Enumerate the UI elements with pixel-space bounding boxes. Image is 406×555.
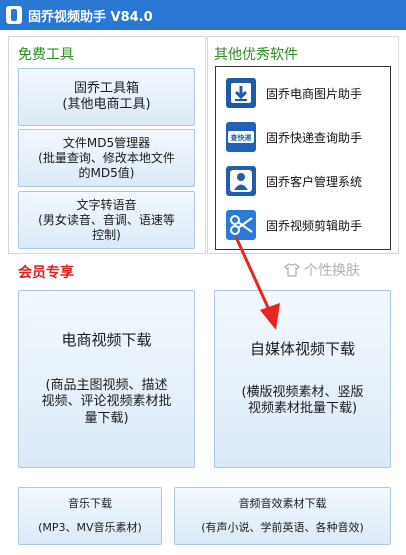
software-label: 固乔快递查询助手 bbox=[266, 130, 363, 145]
ecommerce-title: 电商视频下载 bbox=[61, 331, 152, 350]
scissors-icon bbox=[226, 210, 256, 240]
vip-title: 会员专享 bbox=[18, 265, 74, 281]
media-title: 自媒体视频下载 bbox=[249, 340, 355, 359]
ecommerce-desc-2: 视频、评论视频素材批 bbox=[41, 394, 172, 410]
toolbox-button-title: 固乔工具箱 bbox=[73, 80, 139, 96]
md5-manager-button[interactable]: 文件MD5管理器 (批量查询、修改本地文件 的MD5值) bbox=[18, 129, 195, 187]
ecommerce-desc-3: 量下载) bbox=[84, 410, 129, 426]
window-title: 固乔视频助手 V84.0 bbox=[28, 9, 153, 25]
download-icon bbox=[226, 78, 256, 108]
software-label: 固乔视频剪辑助手 bbox=[266, 218, 363, 233]
tts-button-desc-2: 控制) bbox=[92, 227, 121, 242]
software-item-customer-system[interactable]: 固乔客户管理系统 bbox=[226, 163, 362, 199]
md5-button-desc-2: 的MD5值) bbox=[78, 165, 135, 180]
text-to-speech-button[interactable]: 文字转语音 (男女读音、音调、语速等 控制) bbox=[18, 191, 195, 249]
toolbox-button[interactable]: 固乔工具箱 (其他电商工具) bbox=[18, 68, 195, 126]
express-search-icon: 查快递 bbox=[226, 122, 256, 152]
software-item-image-helper[interactable]: 固乔电商图片助手 bbox=[226, 75, 362, 111]
media-video-download-button[interactable]: 自媒体视频下载 (横版视频素材、竖版 视频素材批量下载) bbox=[214, 290, 391, 468]
app-icon bbox=[6, 6, 22, 24]
tts-button-title: 文字转语音 bbox=[76, 197, 137, 212]
title-bar: 固乔视频助手 V84.0 bbox=[0, 0, 406, 30]
audio-title: 音频音效素材下载 bbox=[238, 497, 327, 511]
software-label: 固乔客户管理系统 bbox=[266, 174, 363, 189]
ecommerce-desc-1: (商品主图视频、描述 bbox=[45, 378, 168, 393]
software-item-video-editor[interactable]: 固乔视频剪辑助手 bbox=[226, 207, 362, 243]
software-item-express-helper[interactable]: 查快递 固乔快递查询助手 bbox=[226, 119, 362, 155]
svg-text:查快递: 查快递 bbox=[231, 133, 253, 142]
audio-effects-download-button[interactable]: 音频音效素材下载 (有声小说、学前英语、各种音效) bbox=[174, 487, 391, 545]
md5-button-title: 文件MD5管理器 bbox=[62, 135, 151, 150]
tts-button-desc-1: (男女读音、音调、语速等 bbox=[38, 212, 175, 227]
music-desc: (MP3、MV音乐素材) bbox=[38, 521, 142, 534]
audio-desc: (有声小说、学前英语、各种音效) bbox=[201, 521, 364, 534]
software-list: 固乔电商图片助手 查快递 固乔快递查询助手 固乔客户管理系统 固乔视频剪辑助手 bbox=[215, 66, 391, 250]
md5-button-desc-1: (批量查询、修改本地文件 bbox=[38, 150, 175, 165]
shirt-icon bbox=[284, 263, 300, 277]
skin-label: 个性换肤 bbox=[304, 263, 360, 279]
software-label: 固乔电商图片助手 bbox=[266, 86, 363, 101]
free-tools-title: 免费工具 bbox=[18, 47, 74, 63]
skin-button[interactable]: 个性换肤 bbox=[284, 260, 360, 280]
music-title: 音乐下载 bbox=[68, 497, 112, 511]
music-download-button[interactable]: 音乐下载 (MP3、MV音乐素材) bbox=[18, 487, 162, 545]
other-software-title: 其他优秀软件 bbox=[214, 47, 298, 63]
media-desc-1: (横版视频素材、竖版 bbox=[241, 385, 364, 401]
ecommerce-video-download-button[interactable]: 电商视频下载 (商品主图视频、描述 视频、评论视频素材批 量下载) bbox=[18, 290, 195, 468]
customer-icon bbox=[226, 166, 256, 196]
toolbox-button-desc: (其他电商工具) bbox=[62, 97, 151, 112]
media-desc-2: 视频素材批量下载) bbox=[247, 401, 358, 417]
